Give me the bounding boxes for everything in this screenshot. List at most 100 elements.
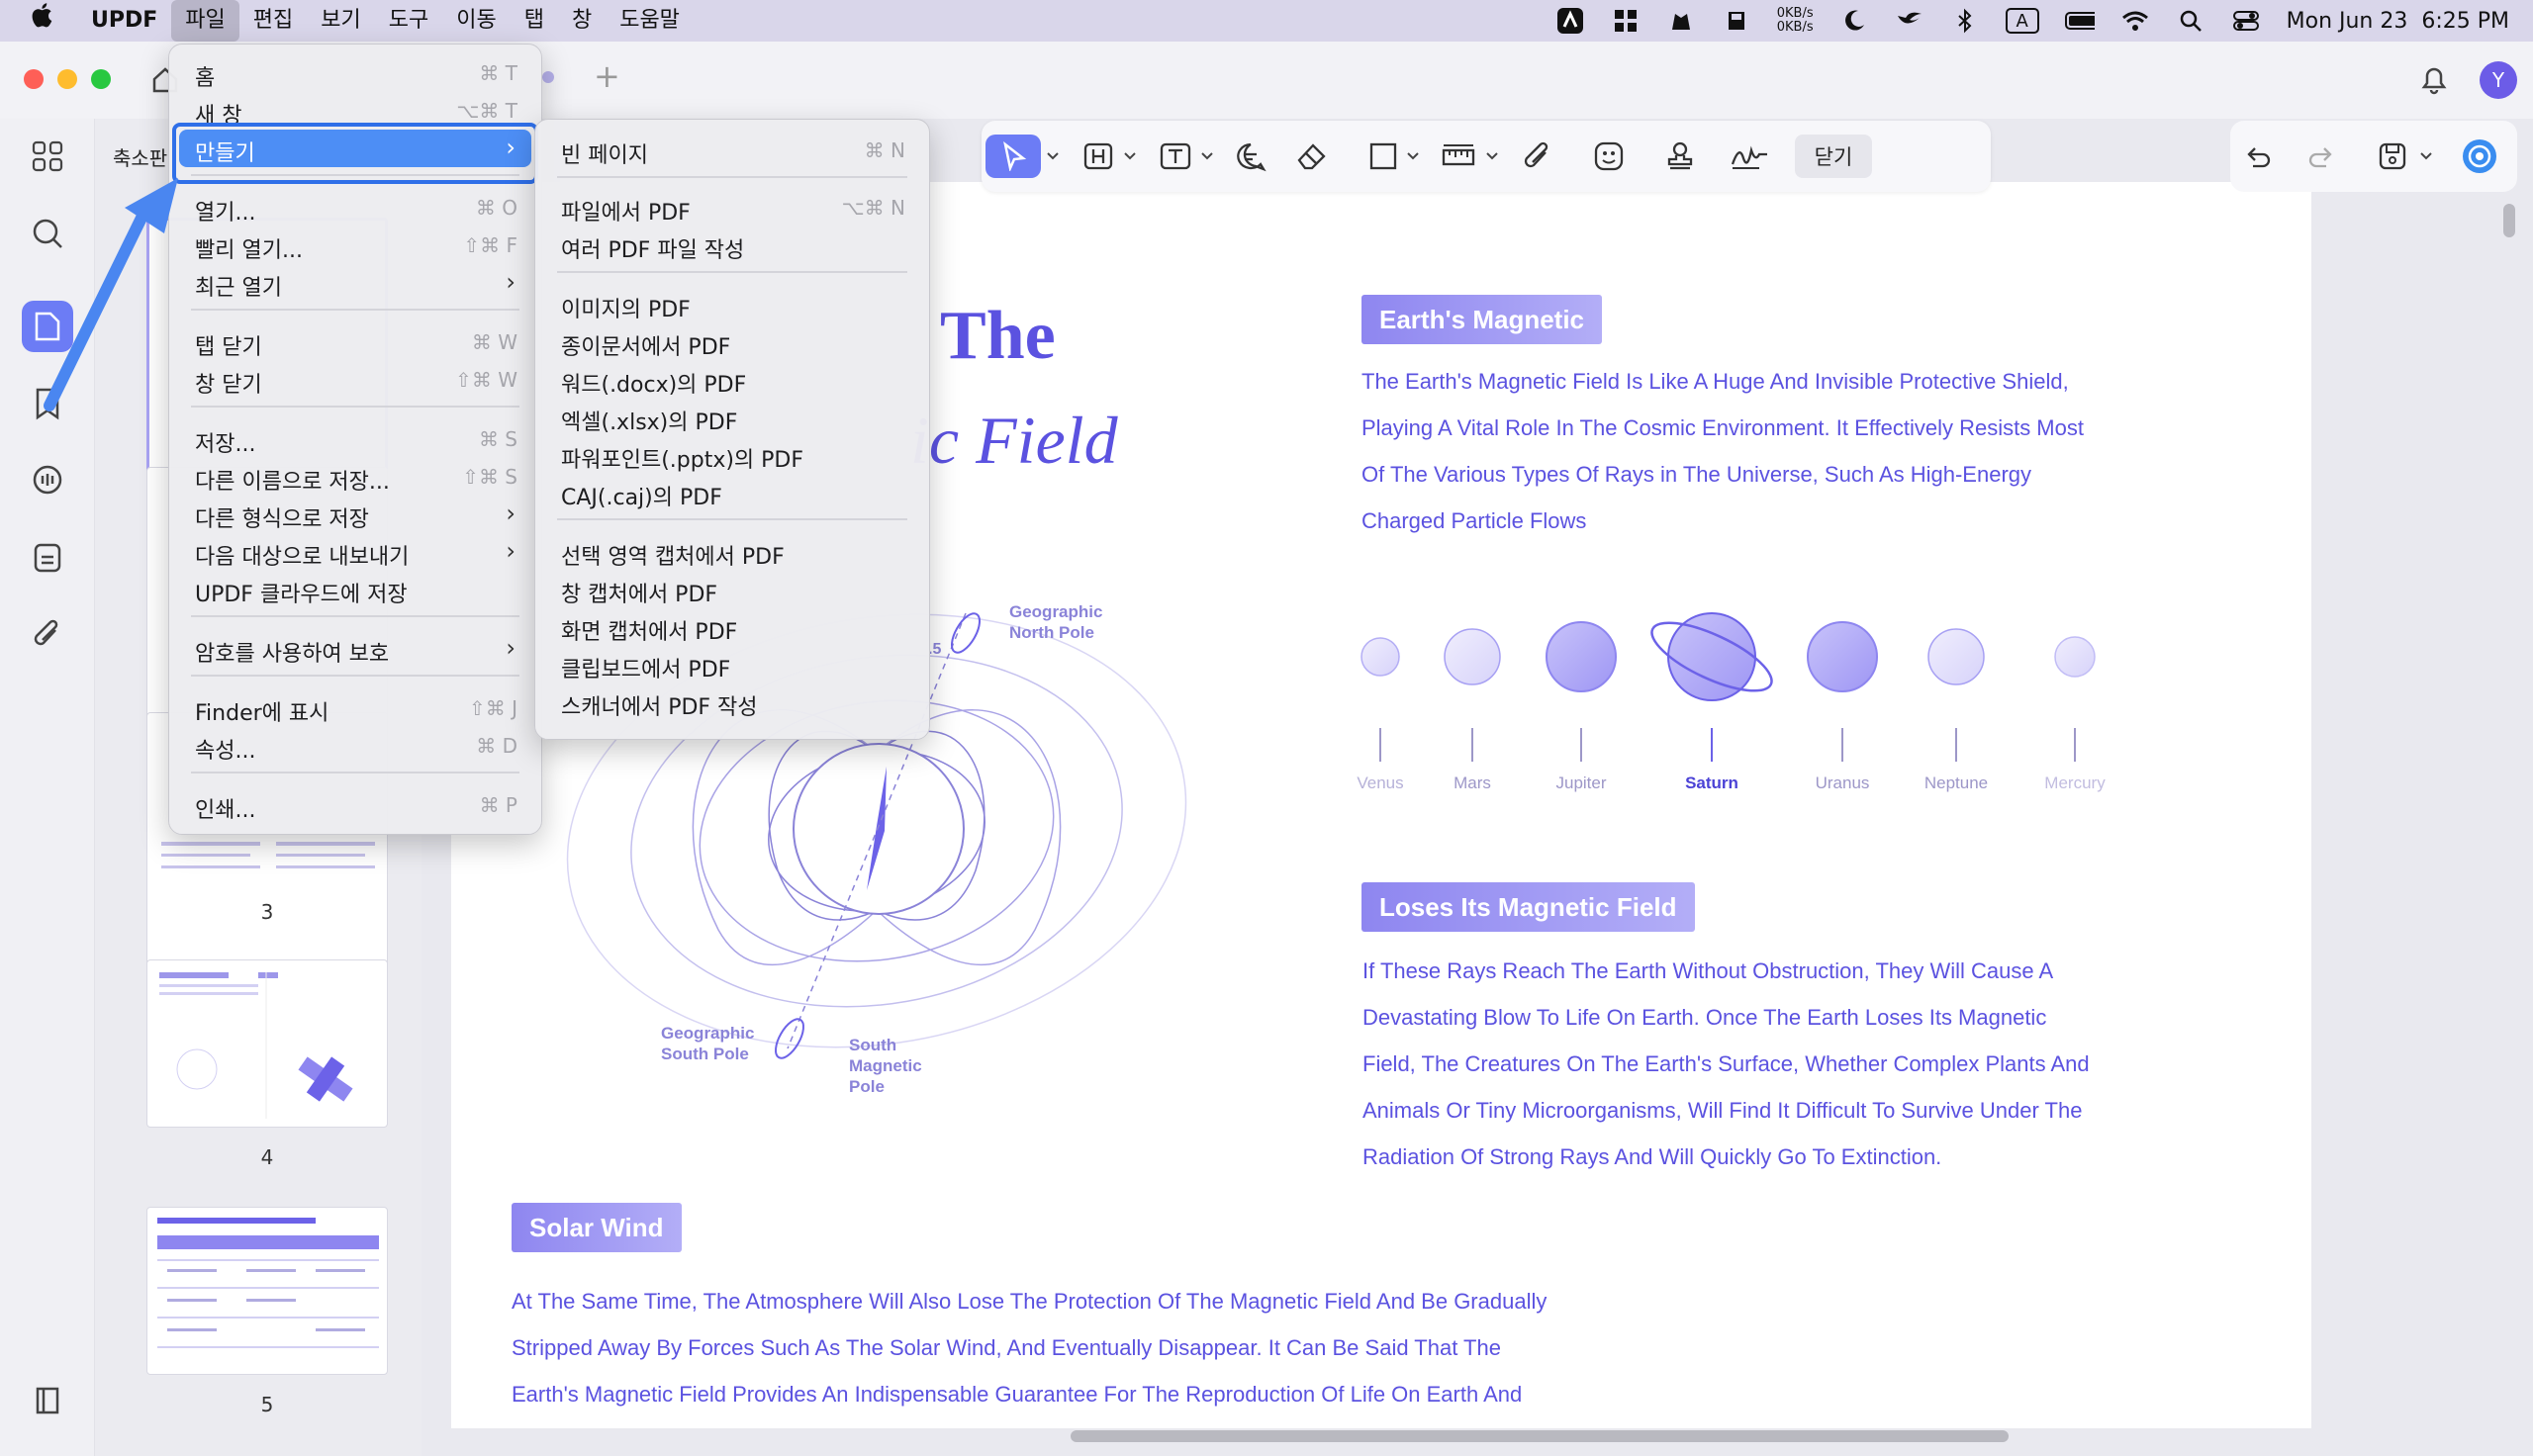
new-tab-button[interactable]: +: [594, 57, 620, 95]
thumbnail-page-4[interactable]: [146, 959, 388, 1128]
menu-item-home[interactable]: 홈 ⌘ T: [179, 54, 531, 92]
zoom-window-button[interactable]: [91, 69, 111, 89]
menu-item-quick-open[interactable]: 빨리 열기... ⇧⌘ F: [179, 227, 531, 264]
menu-separator: [557, 176, 907, 178]
chevron-down-icon[interactable]: [1403, 135, 1423, 178]
horizontal-scrollbar[interactable]: [1071, 1430, 2009, 1442]
section-heading: Earth's Magnetic: [1361, 295, 1603, 344]
submenu-item-pdf-from-screen[interactable]: 화면 캡처에서 PDF: [545, 608, 919, 646]
stamp-list-icon[interactable]: [22, 532, 73, 584]
save-icon[interactable]: [2371, 135, 2414, 178]
menu-item-recent[interactable]: 최근 열기 ›: [179, 264, 531, 302]
wifi-icon[interactable]: [2120, 8, 2150, 34]
highlight-tool-icon[interactable]: [1077, 135, 1120, 178]
submenu-item-pdf-from-clipboard[interactable]: 클립보드에서 PDF: [545, 646, 919, 683]
spotlight-search-icon[interactable]: [2176, 8, 2205, 34]
undo-icon[interactable]: [2236, 135, 2280, 178]
bell-icon[interactable]: [2418, 63, 2450, 101]
chevron-down-icon[interactable]: [1482, 135, 1502, 178]
menu-window[interactable]: 창: [558, 0, 606, 42]
submenu-item-multiple-pdf[interactable]: 여러 PDF 파일 작성: [545, 227, 919, 264]
chevron-down-icon[interactable]: [2416, 135, 2436, 178]
app-menu-updf[interactable]: UPDF: [77, 0, 171, 42]
submenu-item-pdf-from-window[interactable]: 창 캡처에서 PDF: [545, 571, 919, 608]
section-body: At The Same Time, The Atmosphere Will Al…: [512, 1278, 1600, 1417]
submenu-item-blank-page[interactable]: 빈 페이지 ⌘ N: [545, 132, 919, 169]
select-tool-icon[interactable]: [985, 135, 1041, 178]
menu-edit[interactable]: 편집: [239, 0, 307, 42]
sticker-icon[interactable]: [1587, 135, 1631, 178]
menu-file[interactable]: 파일: [171, 0, 239, 42]
submenu-item-pdf-from-powerpoint[interactable]: 파워포인트(.pptx)의 PDF: [545, 436, 919, 474]
ai-assistant-icon[interactable]: [2458, 135, 2501, 178]
menu-item-save-as[interactable]: 다른 이름으로 저장... ⇧⌘ S: [179, 458, 531, 496]
minimize-window-button[interactable]: [57, 69, 77, 89]
planet-label: Jupiter: [1555, 774, 1607, 792]
battery-icon[interactable]: [2064, 8, 2095, 34]
menu-tools[interactable]: 도구: [375, 0, 442, 42]
apple-icon[interactable]: [0, 0, 77, 42]
shape-tool-icon[interactable]: [1361, 135, 1405, 178]
tab-dot[interactable]: [542, 71, 554, 83]
input-source-icon[interactable]: A: [2005, 8, 2039, 34]
text-line: Earth's Magnetic Field Provides An Indis…: [512, 1382, 1523, 1407]
attachment-icon[interactable]: [22, 609, 73, 661]
submenu-item-pdf-from-file[interactable]: 파일에서 PDF ⌥⌘ N: [545, 189, 919, 227]
menu-item-close-window[interactable]: 창 닫기 ⇧⌘ W: [179, 361, 531, 399]
submenu-item-pdf-from-caj[interactable]: CAJ(.caj)의 PDF: [545, 474, 919, 511]
submenu-item-pdf-from-word[interactable]: 워드(.docx)의 PDF: [545, 361, 919, 399]
bluetooth-icon[interactable]: [1950, 8, 1980, 34]
text-line: The Earth's Magnetic Field Is Like A Hug…: [1361, 369, 2069, 394]
text-line: At The Same Time, The Atmosphere Will Al…: [512, 1289, 1548, 1314]
vertical-scrollbar[interactable]: [2503, 204, 2515, 237]
redo-icon[interactable]: [2299, 135, 2343, 178]
comments-icon[interactable]: [22, 455, 73, 506]
stamp-icon[interactable]: [1658, 135, 1702, 178]
updf-status-icon[interactable]: [1555, 8, 1585, 34]
menu-item-print[interactable]: 인쇄... ⌘ P: [179, 786, 531, 824]
clock[interactable]: Mon Jun 23 6:25 PM: [2287, 9, 2509, 34]
bird-icon[interactable]: [1895, 8, 1924, 34]
submenu-item-pdf-from-paper[interactable]: 종이문서에서 PDF: [545, 323, 919, 361]
paperclip-icon[interactable]: [1516, 135, 1559, 178]
eraser-tool-icon[interactable]: [1290, 135, 1334, 178]
close-window-button[interactable]: [24, 69, 44, 89]
hat-icon[interactable]: [1666, 8, 1696, 34]
chevron-down-icon[interactable]: [1120, 135, 1140, 178]
north-pole-label: Geographic North Pole: [1009, 602, 1103, 642]
menu-item-properties[interactable]: 속성... ⌘ D: [179, 727, 531, 765]
comment-tool-icon[interactable]: [1229, 135, 1272, 178]
chevron-down-icon[interactable]: [1043, 135, 1063, 178]
menu-help[interactable]: 도움말: [606, 0, 694, 42]
menu-item-save[interactable]: 저장... ⌘ S: [179, 420, 531, 458]
layers-icon[interactable]: [22, 1375, 73, 1426]
menu-item-open[interactable]: 열기... ⌘ O: [179, 189, 531, 227]
menu-tab[interactable]: 탭: [511, 0, 558, 42]
signature-icon[interactable]: [1728, 135, 1771, 178]
windows-grid-icon[interactable]: [1611, 8, 1641, 34]
chevron-down-icon[interactable]: [1197, 135, 1217, 178]
avatar[interactable]: Y: [2480, 61, 2517, 99]
menu-view[interactable]: 보기: [307, 0, 374, 42]
submenu-item-pdf-from-scanner[interactable]: 스캐너에서 PDF 작성: [545, 683, 919, 721]
submenu-item-pdf-from-image[interactable]: 이미지의 PDF: [545, 286, 919, 323]
thumbnail-page-5[interactable]: [146, 1207, 388, 1375]
menu-item-show-in-finder[interactable]: Finder에 표시 ⇧⌘ J: [179, 689, 531, 727]
menu-item-protect-password[interactable]: 암호를 사용하여 보호 ›: [179, 630, 531, 668]
close-annotation-button[interactable]: 닫기: [1795, 135, 1872, 178]
control-center-icon[interactable]: [2231, 8, 2261, 34]
menu-item-export[interactable]: 다음 대상으로 내보내기 ›: [179, 533, 531, 571]
submenu-item-pdf-from-selection[interactable]: 선택 영역 캡처에서 PDF: [545, 533, 919, 571]
measure-tool-icon[interactable]: [1437, 135, 1480, 178]
thumbnail-number: 3: [260, 900, 274, 924]
disk-icon[interactable]: [1722, 8, 1751, 34]
menu-item-save-other-format[interactable]: 다른 형식으로 저장 ›: [179, 496, 531, 533]
submenu-item-pdf-from-excel[interactable]: 엑셀(.xlsx)의 PDF: [545, 399, 919, 436]
menu-item-save-cloud[interactable]: UPDF 클라우드에 저장: [179, 571, 531, 608]
menu-go[interactable]: 이동: [442, 0, 510, 42]
moon-icon[interactable]: [1839, 8, 1869, 34]
text-tool-icon[interactable]: [1154, 135, 1197, 178]
text-line: Charged Particle Flows: [1361, 508, 1587, 533]
menu-separator: [191, 675, 519, 677]
menu-item-close-tab[interactable]: 탭 닫기 ⌘ W: [179, 323, 531, 361]
